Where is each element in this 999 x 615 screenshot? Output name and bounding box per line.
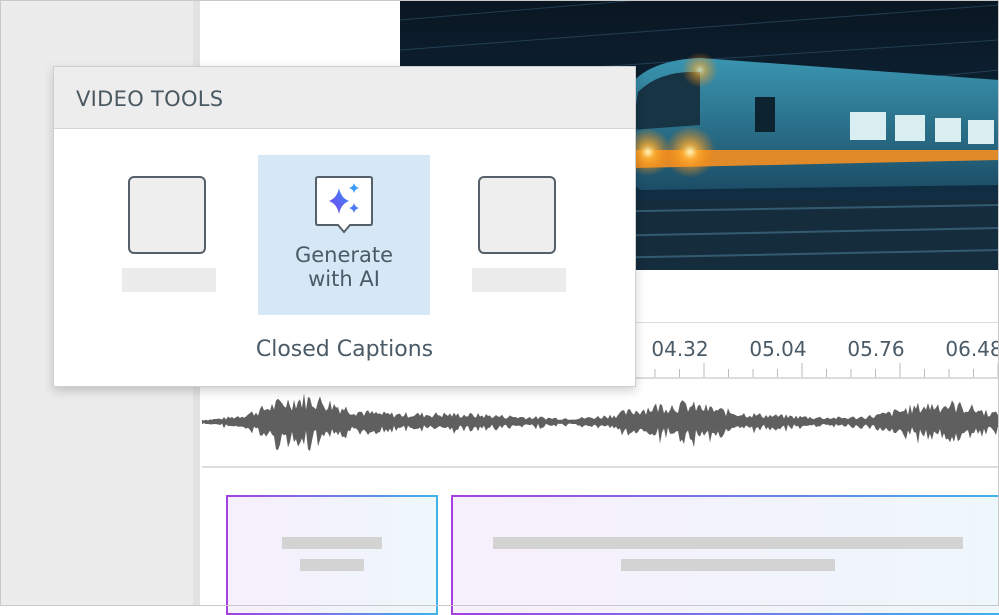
placeholder-label	[472, 268, 566, 292]
generate-with-ai-button[interactable]: Generate with AI	[258, 155, 430, 315]
label-line: Generate	[294, 243, 394, 267]
section-label: Closed Captions	[255, 337, 434, 362]
caption-card[interactable]	[451, 495, 999, 615]
caption-placeholder-line	[282, 537, 382, 549]
tick-label: 06.48	[945, 337, 999, 361]
tool-placeholder-1[interactable]	[104, 155, 276, 315]
label-line: with AI	[308, 267, 380, 291]
sparkle-caption-icon	[315, 176, 373, 234]
waveform-graphic	[202, 393, 998, 452]
waveform-shape	[202, 393, 998, 452]
placeholder-label	[122, 268, 216, 292]
caption-card[interactable]	[226, 495, 438, 615]
tick-label: 05.76	[847, 337, 905, 361]
generate-with-ai-label: Generate with AI	[258, 243, 430, 291]
popup-title: VIDEO TOOLS	[76, 87, 224, 111]
tick-label: 04.32	[651, 337, 709, 361]
video-tools-popup: VIDEO TOOLS Generate with AI Closed Capt…	[53, 66, 636, 387]
popup-header: VIDEO TOOLS	[54, 67, 635, 129]
caption-placeholder-line	[621, 559, 835, 571]
placeholder-icon	[128, 176, 206, 254]
audio-waveform[interactable]	[202, 378, 999, 468]
tick-label: 05.04	[749, 337, 807, 361]
tool-placeholder-3[interactable]	[454, 155, 626, 315]
caption-placeholder-line	[493, 537, 963, 549]
caption-placeholder-line	[300, 559, 364, 571]
placeholder-icon	[478, 176, 556, 254]
